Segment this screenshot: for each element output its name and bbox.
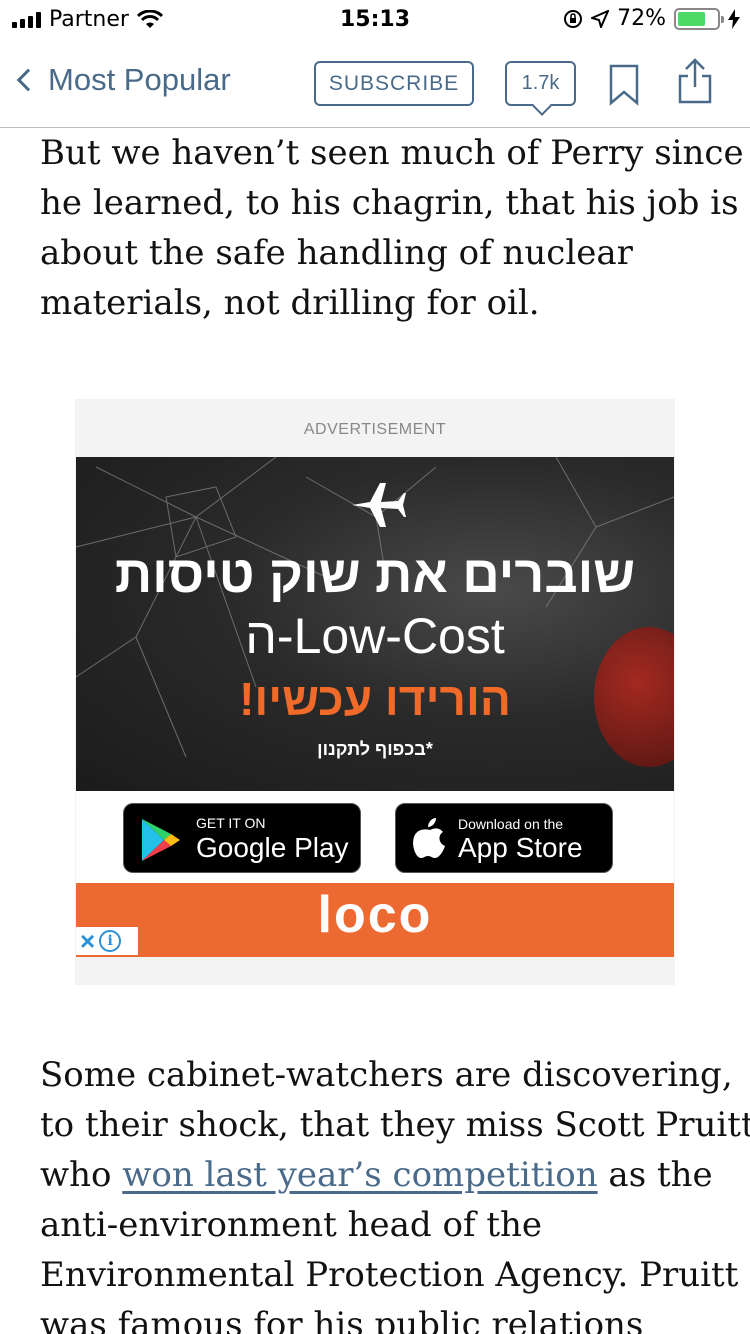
- status-bar: Partner 15:13 72%: [0, 0, 750, 40]
- back-button[interactable]: Most Popular: [14, 62, 231, 98]
- competition-link[interactable]: won last year’s competition: [122, 1155, 597, 1195]
- battery-percent: 72%: [617, 6, 666, 31]
- google-play-badge[interactable]: GET IT ON Google Play: [123, 803, 361, 873]
- ad-subheadline: ה-Low-Cost: [245, 608, 505, 664]
- subscribe-button[interactable]: SUBSCRIBE: [314, 61, 474, 106]
- paragraph-line: Environmental Protection Agency. Pruitt: [40, 1255, 739, 1295]
- ad-cta-text: הורידו עכשיו!: [239, 673, 511, 725]
- google-play-icon: [142, 819, 180, 861]
- chevron-left-icon: [16, 68, 40, 92]
- paragraph-line: about the safe handling of nuclear: [40, 233, 633, 273]
- location-icon: [591, 9, 610, 28]
- advertisement: ADVERTISEMENT שוברים את שוק טיסות ה-Low-…: [75, 399, 675, 985]
- app-store-label: App Store: [458, 832, 583, 863]
- close-ad-icon[interactable]: ×: [80, 928, 95, 954]
- info-icon[interactable]: i: [99, 930, 122, 952]
- charging-icon: [728, 8, 740, 29]
- google-play-label: Google Play: [196, 832, 349, 863]
- paragraph-line: he learned, to his chagrin, that his job…: [40, 183, 739, 223]
- ad-headline: שוברים את שוק טיסות: [114, 546, 636, 604]
- adchoices[interactable]: × i: [76, 927, 138, 955]
- share-icon[interactable]: [676, 57, 714, 105]
- paragraph-line: anti-environment head of the: [40, 1205, 543, 1245]
- ad-label: ADVERTISEMENT: [303, 421, 447, 438]
- paragraph-line: who won last year’s competition as the: [40, 1150, 720, 1200]
- ad-brand-bar[interactable]: loco: [76, 883, 674, 957]
- bookmark-icon[interactable]: [608, 64, 640, 106]
- app-store-small: Download on the: [458, 816, 564, 832]
- airplane-icon: [352, 483, 406, 527]
- google-play-small: GET IT ON: [196, 815, 266, 831]
- ad-hero-image[interactable]: שוברים את שוק טיסות ה-Low-Cost הורידו עכ…: [76, 457, 674, 791]
- paragraph-line: Some cabinet-watchers are discovering,: [40, 1055, 733, 1095]
- back-label: Most Popular: [48, 62, 231, 97]
- paragraph-text: who: [40, 1155, 123, 1195]
- ad-disclaimer: *בכפוף לתקנון: [317, 739, 433, 759]
- ad-creative[interactable]: שוברים את שוק טיסות ה-Low-Cost הורידו עכ…: [76, 457, 674, 957]
- article-paragraph: But we haven’t seen much of Perry since …: [40, 128, 744, 328]
- battery-icon: [674, 7, 724, 30]
- apple-icon: [413, 818, 445, 858]
- article-paragraph: Some cabinet-watchers are discovering, t…: [40, 1050, 750, 1334]
- paragraph-line: materials, not drilling for oil.: [40, 283, 540, 323]
- paragraph-text: as the: [597, 1155, 713, 1195]
- paragraph-line: was famous for his public relations: [40, 1305, 644, 1334]
- loco-logo: loco: [317, 886, 433, 944]
- comment-count: 1.7k: [521, 72, 560, 94]
- paragraph-line: to their shock, that they miss Scott Pru…: [40, 1105, 750, 1145]
- app-store-badge[interactable]: Download on the App Store: [395, 803, 613, 873]
- comments-button[interactable]: 1.7k: [505, 61, 576, 106]
- paragraph-line: But we haven’t seen much of Perry since: [40, 133, 744, 173]
- rotation-lock-icon: [564, 9, 583, 28]
- nav-bar: Most Popular SUBSCRIBE 1.7k: [0, 40, 750, 128]
